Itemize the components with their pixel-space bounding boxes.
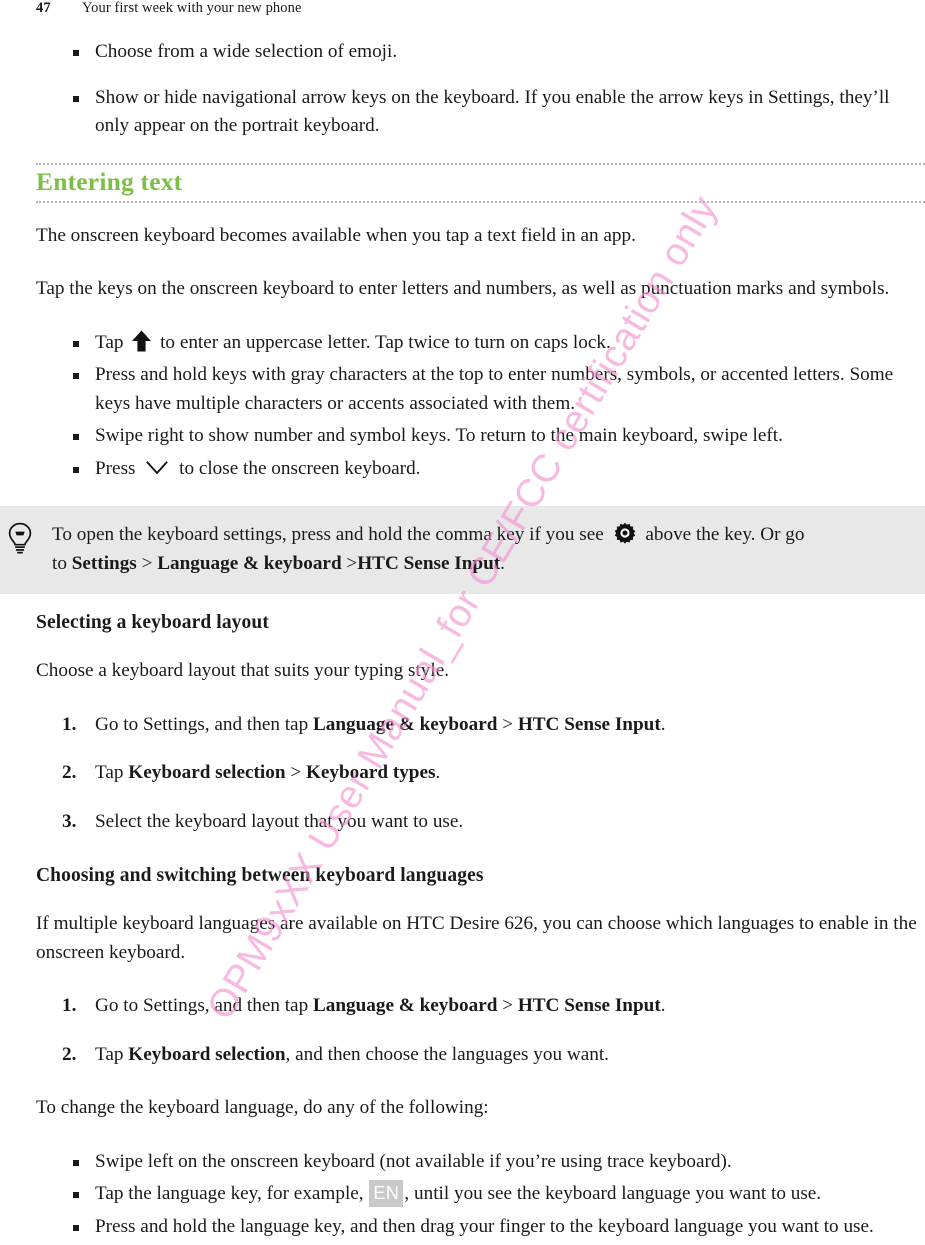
- lightbulb-icon: [6, 522, 34, 554]
- change-language-intro: To change the keyboard language, do any …: [36, 1097, 489, 1118]
- tip-sep-1: >: [141, 553, 153, 574]
- list-item: Press and hold the language key, and the…: [36, 1213, 925, 1242]
- list-item: Tap Keyboard selection > Keyboard types.: [36, 759, 925, 788]
- list-item: Select the keyboard layout that you want…: [36, 808, 925, 837]
- bullet-text-post: , until you see the keyboard language yo…: [404, 1183, 822, 1204]
- bullet-text-pre: Press: [95, 457, 136, 479]
- chapter-title: Your first week with your new phone: [82, 0, 302, 16]
- step-text-pre: Go to Settings, and then tap: [95, 995, 313, 1016]
- bullet-text: Choose from a wide selection of emoji.: [95, 41, 398, 62]
- step-text-pre: Tap: [95, 1043, 129, 1065]
- list-item: Go to Settings, and then tap Language & …: [36, 711, 925, 740]
- step-text-post: .: [660, 713, 666, 735]
- tip-line1-part1: To open the keyboard settings, press and…: [52, 524, 604, 545]
- dotted-rule-bottom: [36, 200, 925, 203]
- bullet-text: Swipe right to show number and symbol ke…: [95, 425, 783, 446]
- list-item: Swipe left on the onscreen keyboard (not…: [36, 1148, 925, 1177]
- step-sep: >: [285, 762, 306, 783]
- tip-bold-language-keyboard: Language & keyboard: [157, 553, 342, 574]
- step-text-pre: Select the keyboard layout that you want…: [95, 810, 464, 832]
- bullet-text: Press and hold the language key, and the…: [95, 1215, 874, 1237]
- subheading-choosing-languages: Choosing and switching between keyboard …: [36, 865, 484, 886]
- intro-paragraph-2: Tap the keys on the onscreen keyboard to…: [36, 278, 890, 299]
- page-number: 47: [36, 0, 51, 16]
- step-bold-2: HTC Sense Input: [517, 995, 661, 1016]
- step-bold-2: Keyboard types: [305, 762, 436, 783]
- list-item: Go to Settings, and then tap Language & …: [36, 992, 925, 1021]
- list-item: Swipe right to show number and symbol ke…: [36, 422, 925, 451]
- intro-paragraph-1: The onscreen keyboard becomes available …: [36, 224, 636, 246]
- page-content-lower: Selecting a keyboard layout Choose a key…: [36, 610, 925, 1245]
- shift-up-arrow-icon: [131, 330, 152, 352]
- tip-line1-part2: above the key. Or go: [645, 524, 805, 545]
- tip-bold-htc-sense-input: HTC Sense Input: [357, 553, 501, 574]
- document-page: 47 Your first week with your new phone C…: [0, 0, 925, 1237]
- step-text-post: .: [435, 762, 441, 783]
- page-title: Entering text: [36, 166, 183, 196]
- tip-period: .: [500, 553, 505, 574]
- list-item: Show or hide navigational arrow keys on …: [36, 84, 925, 141]
- layout-steps-list: Go to Settings, and then tap Language & …: [36, 711, 925, 837]
- list-item: Press and hold keys with gray characters…: [36, 361, 925, 418]
- step-sep: >: [497, 995, 518, 1016]
- step-bold-1: Language & keyboard: [312, 995, 498, 1016]
- step-text-post: , and then choose the languages you want…: [285, 1043, 609, 1065]
- change-language-bullet-list: Swipe left on the onscreen keyboard (not…: [36, 1148, 925, 1242]
- step-bold-2: HTC Sense Input: [517, 713, 661, 735]
- bullet-text: Press and hold keys with gray characters…: [95, 364, 894, 414]
- step-bold-1: Keyboard selection: [128, 762, 286, 783]
- languages-intro-paragraph: If multiple keyboard languages are avail…: [36, 913, 917, 963]
- bullet-text-pre: Tap: [95, 331, 124, 353]
- bullet-text: Swipe left on the onscreen keyboard (not…: [95, 1150, 732, 1172]
- gear-settings-icon: [614, 522, 636, 544]
- keyboard-bullet-list: Tap to enter an uppercase letter. Tap tw…: [36, 329, 925, 484]
- language-key-badge: EN: [369, 1180, 404, 1207]
- section-heading-block: Entering text: [36, 162, 925, 203]
- tip-text: To open the keyboard settings, press and…: [52, 520, 905, 578]
- list-item: Tap the language key, for example, EN, u…: [36, 1180, 925, 1209]
- step-text-pre: Go to Settings, and then tap: [95, 713, 313, 735]
- page-content: Choose from a wide selection of emoji. S…: [36, 38, 925, 487]
- step-bold-1: Language & keyboard: [312, 713, 498, 735]
- bullet-text-post: to enter an uppercase letter. Tap twice …: [160, 331, 611, 353]
- running-header: 47 Your first week with your new phone: [36, 0, 889, 20]
- tip-callout-box: To open the keyboard settings, press and…: [0, 506, 925, 594]
- tip-bold-settings: Settings: [71, 553, 137, 574]
- list-item: Press to close the onscreen keyboard.: [36, 455, 925, 484]
- feature-bullet-list: Choose from a wide selection of emoji. S…: [36, 38, 925, 141]
- chevron-down-icon: [146, 456, 169, 474]
- bullet-text-post: to close the onscreen keyboard.: [179, 457, 421, 479]
- subheading-selecting-layout: Selecting a keyboard layout: [36, 612, 269, 633]
- bullet-text-pre: Tap the language key, for example,: [95, 1183, 364, 1204]
- step-text-post: .: [660, 995, 666, 1016]
- bullet-text: Show or hide navigational arrow keys on …: [95, 86, 890, 137]
- step-text-pre: Tap: [95, 762, 129, 783]
- list-item: Tap to enter an uppercase letter. Tap tw…: [36, 329, 925, 358]
- tip-line2-part1: to: [52, 553, 67, 574]
- step-sep: >: [497, 713, 518, 735]
- list-item: Choose from a wide selection of emoji.: [36, 38, 925, 67]
- layout-intro-paragraph: Choose a keyboard layout that suits your…: [36, 660, 450, 681]
- languages-steps-list: Go to Settings, and then tap Language & …: [36, 992, 925, 1069]
- tip-sep-2: >: [346, 553, 358, 574]
- list-item: Tap Keyboard selection, and then choose …: [36, 1041, 925, 1070]
- step-bold-1: Keyboard selection: [128, 1043, 286, 1065]
